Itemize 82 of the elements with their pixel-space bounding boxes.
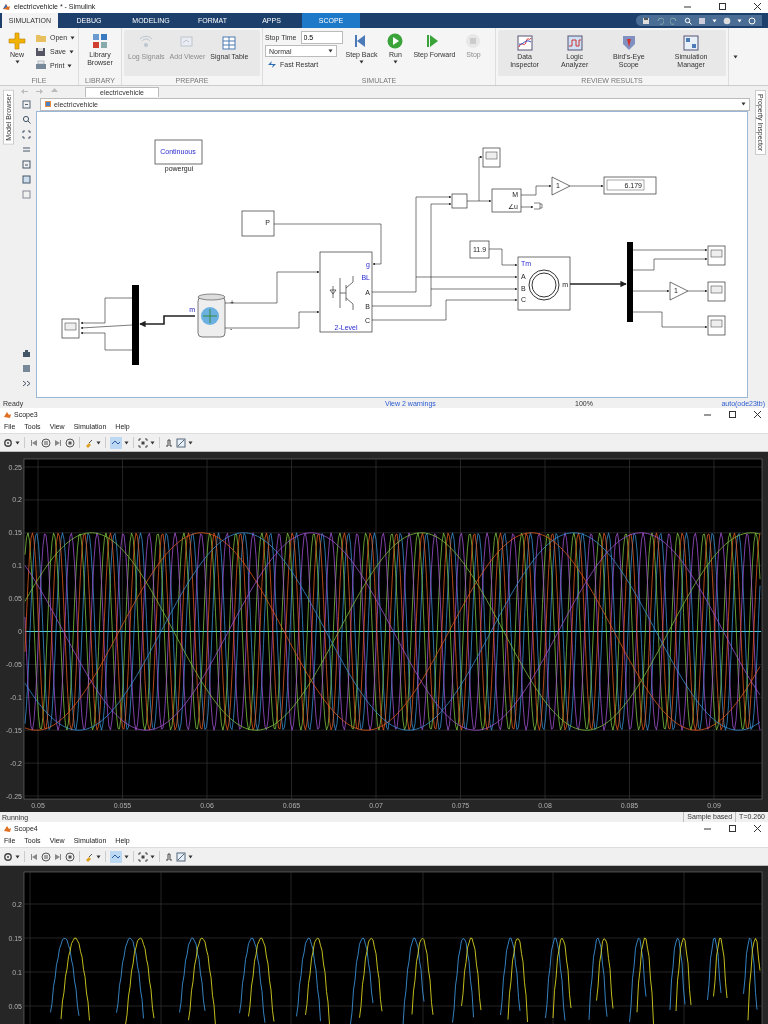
close-icon[interactable]: [753, 409, 762, 419]
plus-icon: [8, 32, 26, 50]
caret-icon: [392, 59, 398, 64]
brush-icon[interactable]: [84, 851, 94, 862]
caret-icon: [188, 440, 193, 445]
grid-icon: [91, 32, 109, 50]
hide-icon[interactable]: [21, 99, 31, 109]
caret-icon: [15, 440, 20, 445]
motor-block: [517, 256, 571, 311]
caret-icon: [328, 49, 333, 53]
caret-icon: [712, 18, 717, 23]
maximize-icon[interactable]: [728, 409, 737, 419]
gain-block: [551, 176, 571, 196]
terminator-block: [533, 202, 543, 210]
camera-icon[interactable]: [21, 349, 31, 358]
trigger-icon[interactable]: [164, 851, 174, 862]
maximize-icon[interactable]: [718, 2, 727, 11]
caret-icon: [70, 35, 76, 40]
scope-block: [482, 147, 501, 168]
app-icon: [3, 824, 11, 832]
fit-to-view-icon[interactable]: [138, 851, 148, 862]
settings-icon[interactable]: [3, 437, 13, 448]
zoom-icon[interactable]: [21, 115, 31, 124]
app-icon: [2, 2, 11, 11]
scope-block: [707, 281, 726, 302]
brush-icon[interactable]: [84, 437, 94, 448]
stop-icon[interactable]: [65, 437, 75, 448]
caret-icon: [741, 102, 746, 106]
caret-icon: [67, 63, 73, 68]
caret-icon: [15, 854, 20, 859]
caret-icon: [124, 440, 129, 445]
product-block: [451, 193, 468, 209]
gain-block: [669, 281, 689, 301]
step-back-icon[interactable]: [29, 851, 39, 862]
close-icon[interactable]: [753, 2, 762, 11]
caret-icon: [96, 854, 101, 859]
scope-block: [707, 315, 726, 336]
printer-icon: [35, 59, 47, 72]
caret-icon: [358, 59, 364, 64]
step-forward-icon[interactable]: [53, 437, 63, 448]
caret-icon: [737, 18, 742, 23]
app-icon: [3, 410, 11, 418]
step-back-icon[interactable]: [29, 437, 39, 448]
model-icon: [44, 100, 52, 108]
pencil-icon[interactable]: [176, 437, 186, 448]
scope-block: [707, 245, 726, 266]
settings-icon[interactable]: [3, 851, 13, 862]
caret-icon: [150, 854, 155, 859]
bus-line: [139, 315, 196, 328]
pause-icon[interactable]: [41, 851, 51, 862]
bus-line: [569, 280, 627, 288]
stop-icon[interactable]: [65, 851, 75, 862]
caret-icon: [150, 440, 155, 445]
constant-block: [241, 210, 275, 237]
powergui-block: [154, 139, 203, 165]
fit-to-view-icon[interactable]: [138, 437, 148, 448]
maximize-icon[interactable]: [728, 823, 737, 833]
table-icon: [220, 34, 239, 52]
chevron-icon[interactable]: [21, 379, 31, 388]
caret-icon: [68, 49, 74, 54]
line-chart-icon: [515, 34, 534, 52]
waveform-icon: [565, 34, 584, 52]
pencil-icon[interactable]: [176, 851, 186, 862]
polar-block: [491, 188, 522, 213]
play-icon: [386, 32, 405, 50]
caret-icon: [124, 854, 129, 859]
fit-to-view-icon[interactable]: [21, 130, 31, 139]
dashboard-icon: [682, 34, 701, 52]
caret-icon: [96, 440, 101, 445]
stop-icon: [464, 32, 483, 50]
trigger-icon[interactable]: [164, 437, 174, 448]
caret-icon: [14, 59, 20, 64]
constant-block: [469, 240, 490, 259]
caret-icon: [188, 854, 193, 859]
search-icon[interactable]: [684, 16, 692, 25]
caret-icon: [733, 54, 738, 59]
pause-icon[interactable]: [41, 437, 51, 448]
scope-block: [61, 318, 80, 339]
display-block: [603, 176, 657, 195]
close-icon[interactable]: [753, 823, 762, 833]
step-forward-icon[interactable]: [53, 851, 63, 862]
battery-block: [197, 293, 226, 338]
